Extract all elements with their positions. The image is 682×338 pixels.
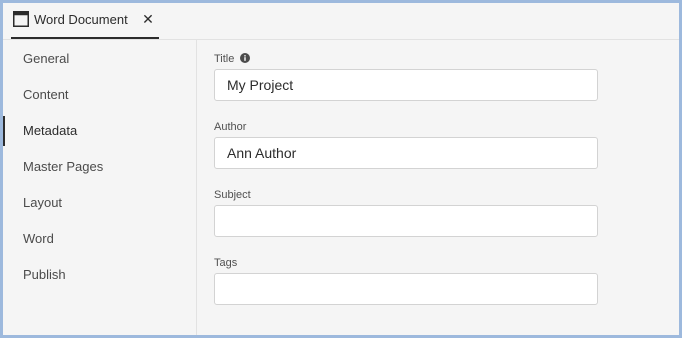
sidebar-item-layout[interactable]: Layout xyxy=(3,186,196,220)
metadata-panel: Title Author Subject Tags xyxy=(197,40,679,335)
sidebar-item-publish[interactable]: Publish xyxy=(3,258,196,292)
sidebar-item-word[interactable]: Word xyxy=(3,222,196,256)
sidebar-item-label: Word xyxy=(23,231,54,246)
subject-input[interactable] xyxy=(214,205,598,237)
title-label-text: Title xyxy=(214,53,235,65)
close-icon[interactable]: ✕ xyxy=(141,10,155,28)
sidebar-item-label: Master Pages xyxy=(23,159,104,174)
sidebar-item-label: General xyxy=(23,51,70,66)
subject-field-label: Subject xyxy=(214,189,251,201)
tab-bar: Word Document ✕ xyxy=(3,3,679,40)
window-icon xyxy=(13,11,29,27)
sidebar-item-general[interactable]: General xyxy=(3,42,196,76)
sidebar-item-label: Metadata xyxy=(23,123,78,138)
sidebar-item-content[interactable]: Content xyxy=(3,78,196,112)
sidebar: General Content Metadata Master Pages La… xyxy=(3,40,197,335)
tab-label: Word Document xyxy=(34,12,128,27)
sidebar-item-label: Content xyxy=(23,87,69,102)
title-input[interactable] xyxy=(214,69,598,101)
sidebar-item-label: Publish xyxy=(23,267,66,282)
author-field-label: Author xyxy=(214,121,247,133)
tab-word-document[interactable]: Word Document ✕ xyxy=(11,3,159,39)
tags-input[interactable] xyxy=(214,273,598,305)
title-field-label: Title xyxy=(214,53,251,65)
sidebar-item-label: Layout xyxy=(23,195,63,210)
info-icon[interactable] xyxy=(240,53,251,63)
author-input[interactable] xyxy=(214,137,598,169)
tags-field-label: Tags xyxy=(214,257,238,269)
sidebar-item-master-pages[interactable]: Master Pages xyxy=(3,150,196,184)
selection-indicator xyxy=(3,116,5,146)
dialog-window: Word Document ✕ General Content Metadata… xyxy=(0,0,682,338)
sidebar-item-metadata[interactable]: Metadata xyxy=(3,114,196,148)
